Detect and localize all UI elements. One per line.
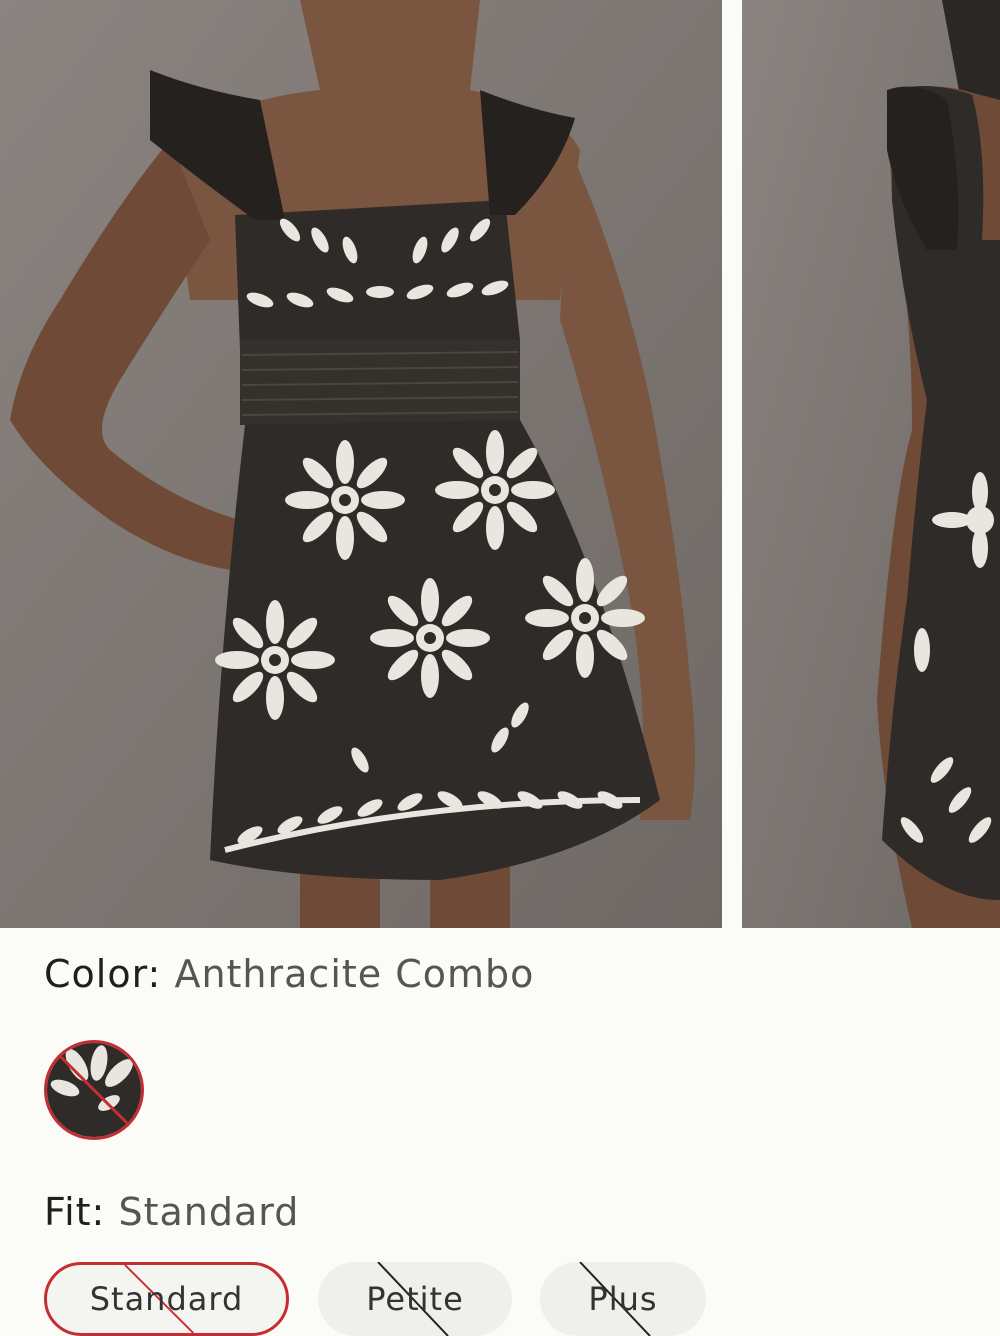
fit-option-standard[interactable]: Standard bbox=[44, 1262, 289, 1336]
product-image-gallery[interactable] bbox=[0, 0, 1000, 928]
back-photo-illustration bbox=[742, 0, 1000, 928]
fit-option-label: Standard bbox=[89, 1280, 244, 1318]
fit-value: Standard bbox=[118, 1190, 300, 1234]
fit-option-label: Petite bbox=[366, 1280, 464, 1318]
fit-option-label: Plus bbox=[588, 1280, 658, 1318]
fit-option-plus[interactable]: Plus bbox=[540, 1262, 706, 1336]
product-image-back[interactable] bbox=[742, 0, 1000, 928]
color-value: Anthracite Combo bbox=[174, 952, 535, 996]
color-selection-label: Color: Anthracite Combo bbox=[44, 952, 534, 996]
fit-selection-label: Fit: Standard bbox=[44, 1190, 299, 1234]
front-photo-illustration bbox=[0, 0, 722, 928]
fit-label: Fit: bbox=[44, 1190, 106, 1234]
color-label: Color: bbox=[44, 952, 162, 996]
fit-option-petite[interactable]: Petite bbox=[318, 1262, 512, 1336]
color-swatch-anthracite-combo[interactable] bbox=[44, 1040, 144, 1140]
swatch-pattern-icon bbox=[47, 1043, 141, 1137]
product-image-front[interactable] bbox=[0, 0, 722, 928]
